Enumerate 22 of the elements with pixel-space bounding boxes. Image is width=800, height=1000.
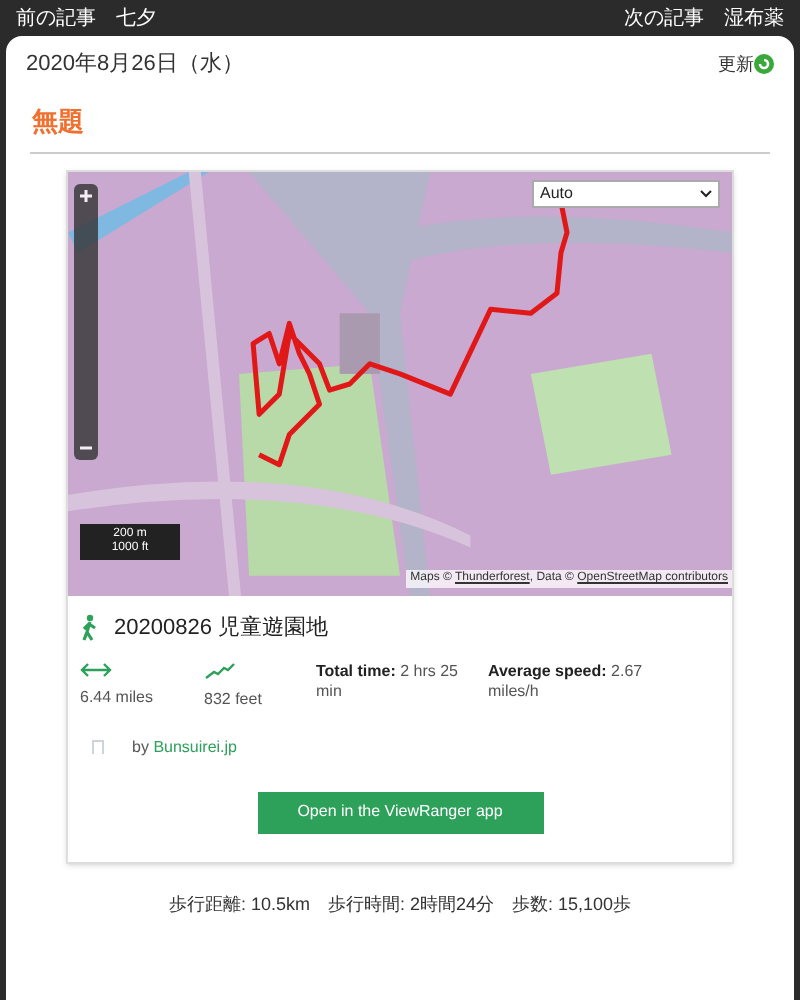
author-label: by Bunsuirei.jp [132,735,237,759]
distance-icon [80,661,112,677]
nav-link[interactable]: 次の記事 [624,3,704,33]
distance-value: 6.44 miles [80,685,155,709]
nav-link[interactable]: 前の記事 [16,3,96,33]
nav-link[interactable]: 七夕 [116,3,156,33]
zoom-control[interactable] [74,184,98,460]
plus-icon [78,188,94,204]
refresh-icon [754,54,774,75]
trend-line-icon [204,661,236,679]
post-date: 2020年8月26日（水） [26,50,244,80]
route-name: 20200826 児童遊園地 [114,613,328,644]
post-title: 無題 [32,103,86,139]
total-time: Total time: 2 hrs 25 min [316,661,458,699]
ascent-value: 832 feet [204,687,264,711]
layer-select[interactable]: Auto [532,180,720,208]
chevron-down-icon [700,190,712,198]
nav-link[interactable]: 湿布薬 [724,3,784,33]
walking-person-icon [80,614,98,643]
update-link[interactable]: 更新 [718,51,754,78]
average-speed: Average speed: 2.67 miles/h [488,661,643,699]
walk-summary: 歩行距離: 10.5km 歩行時間: 2時間24分 歩数: 15,100歩 [166,891,634,917]
